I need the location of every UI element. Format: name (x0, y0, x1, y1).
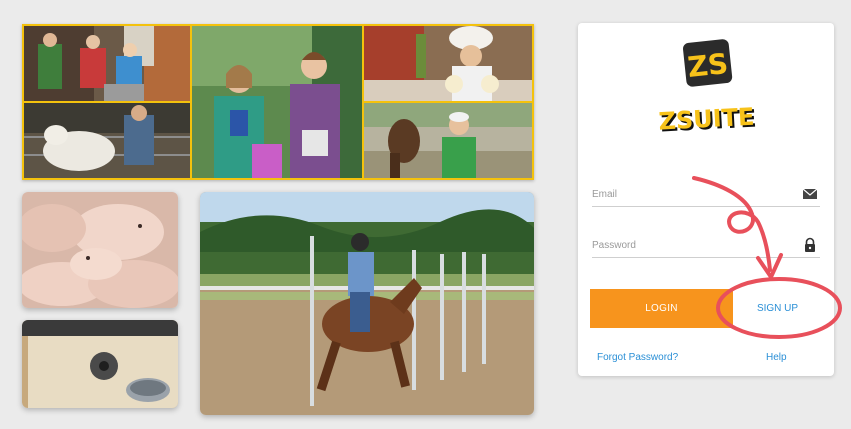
photo-sheep-show (24, 103, 190, 178)
signup-button[interactable]: SIGN UP (733, 289, 822, 328)
email-field[interactable] (592, 184, 792, 205)
photo-chef-food (364, 26, 532, 101)
photo-shooting-target (22, 320, 178, 408)
help-link[interactable]: Help (766, 352, 787, 363)
login-button[interactable]: LOGIN (590, 289, 733, 328)
svg-text:ZS: ZS (686, 47, 730, 84)
envelope-icon (802, 186, 818, 202)
login-card: ZS ZSUITE ZSUITE LOGIN SIGN UP Forgot Pa… (578, 23, 834, 376)
photo-youth-ribbons (192, 26, 362, 178)
email-field-wrapper (592, 184, 820, 207)
photo-piglets (22, 192, 178, 308)
forgot-password-link[interactable]: Forgot Password? (597, 352, 678, 363)
photo-barrel-racing (200, 192, 534, 415)
photo-kids-poultry (24, 26, 190, 101)
top-photo-collage (22, 24, 534, 180)
password-field-wrapper (592, 235, 820, 258)
svg-text:ZSUITE: ZSUITE (658, 103, 755, 136)
password-field[interactable] (592, 235, 792, 256)
lock-icon (802, 237, 818, 253)
photo-horse-boy (364, 103, 532, 178)
zsuite-logo: ZS ZSUITE ZSUITE (649, 35, 765, 145)
